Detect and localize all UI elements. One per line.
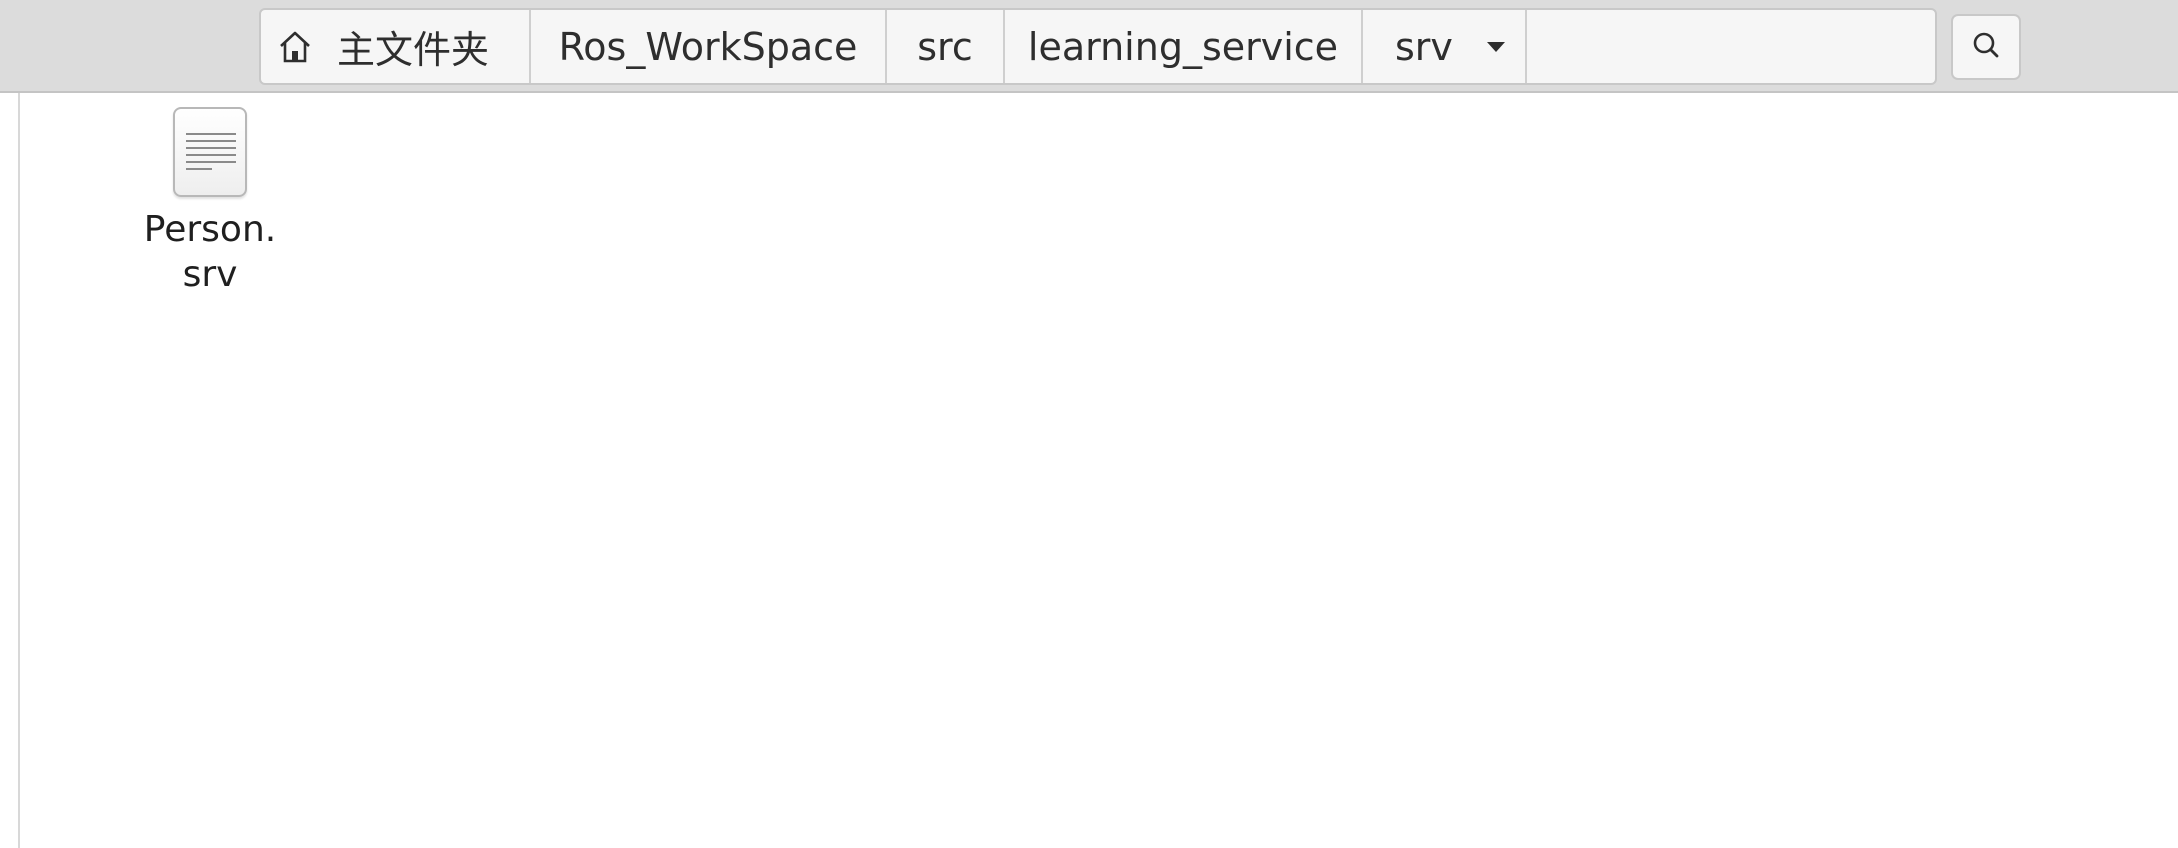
home-icon [275, 27, 315, 67]
breadcrumb-srv-label: srv [1395, 24, 1453, 69]
text-file-icon [173, 107, 247, 197]
breadcrumb-learning-service[interactable]: learning_service [1005, 10, 1363, 83]
file-name-line-2: srv [182, 254, 238, 295]
file-name-line-1: Person. [143, 209, 277, 250]
search-icon [1970, 29, 2002, 65]
breadcrumb-src[interactable]: src [887, 10, 1005, 83]
breadcrumb-srv[interactable]: srv [1363, 10, 1527, 83]
sidebar-divider [18, 93, 20, 848]
search-button[interactable] [1951, 14, 2021, 80]
breadcrumb-ros-workspace[interactable]: Ros_WorkSpace [531, 10, 887, 83]
file-view: Person. srv [0, 93, 2178, 848]
breadcrumb-home[interactable]: 主文件夹 [261, 10, 531, 83]
chevron-down-icon[interactable] [1486, 41, 1505, 52]
header-bar: 主文件夹 Ros_WorkSpace src learning_service … [0, 0, 2178, 93]
breadcrumb-home-label: 主文件夹 [337, 28, 490, 72]
file-manager-window: 主文件夹 Ros_WorkSpace src learning_service … [0, 0, 2178, 848]
file-name: Person. srv [130, 207, 290, 297]
path-bar: 主文件夹 Ros_WorkSpace src learning_service … [259, 8, 1937, 85]
file-item-person-srv[interactable]: Person. srv [130, 107, 290, 297]
